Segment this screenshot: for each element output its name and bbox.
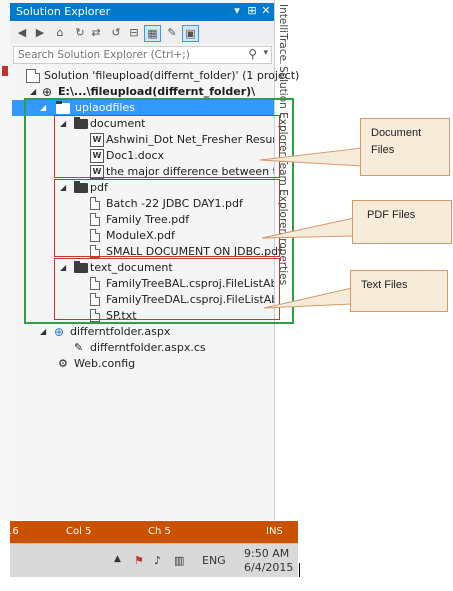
taskbar-tray: ▲ ⚑ ♪ ▥ ENG 9:50 AM 6/4/2015 bbox=[10, 543, 298, 577]
status-column: Col 5 bbox=[66, 526, 92, 537]
status-bar: 16 Col 5 Ch 5 INS bbox=[6, 521, 298, 543]
callout-pdf-files: PDF Files bbox=[352, 200, 452, 244]
network-icon[interactable]: ▥ bbox=[174, 554, 184, 567]
callout-text-files: Text Files bbox=[350, 270, 448, 312]
callout-document-files: Document Files bbox=[360, 118, 450, 176]
language-indicator[interactable]: ENG bbox=[202, 554, 226, 567]
action-center-icon[interactable]: ⚑ bbox=[134, 554, 144, 567]
callout-label: PDF Files bbox=[367, 209, 416, 221]
volume-icon[interactable]: ♪ bbox=[154, 554, 161, 567]
callout-pointer-text bbox=[263, 287, 353, 309]
clock-date[interactable]: 6/4/2015 bbox=[244, 561, 293, 574]
status-insert-mode: INS bbox=[266, 526, 283, 537]
text-cursor bbox=[299, 563, 300, 577]
clock-time[interactable]: 9:50 AM bbox=[244, 547, 289, 560]
status-line: 16 bbox=[6, 526, 19, 537]
callout-pointer-pdf bbox=[261, 217, 355, 239]
callout-label: Text Files bbox=[361, 279, 408, 291]
show-hidden-icons[interactable]: ▲ bbox=[114, 554, 121, 564]
callout-label: Document Files bbox=[371, 127, 422, 156]
status-char: Ch 5 bbox=[148, 526, 171, 537]
callout-pointer-document bbox=[259, 147, 363, 167]
